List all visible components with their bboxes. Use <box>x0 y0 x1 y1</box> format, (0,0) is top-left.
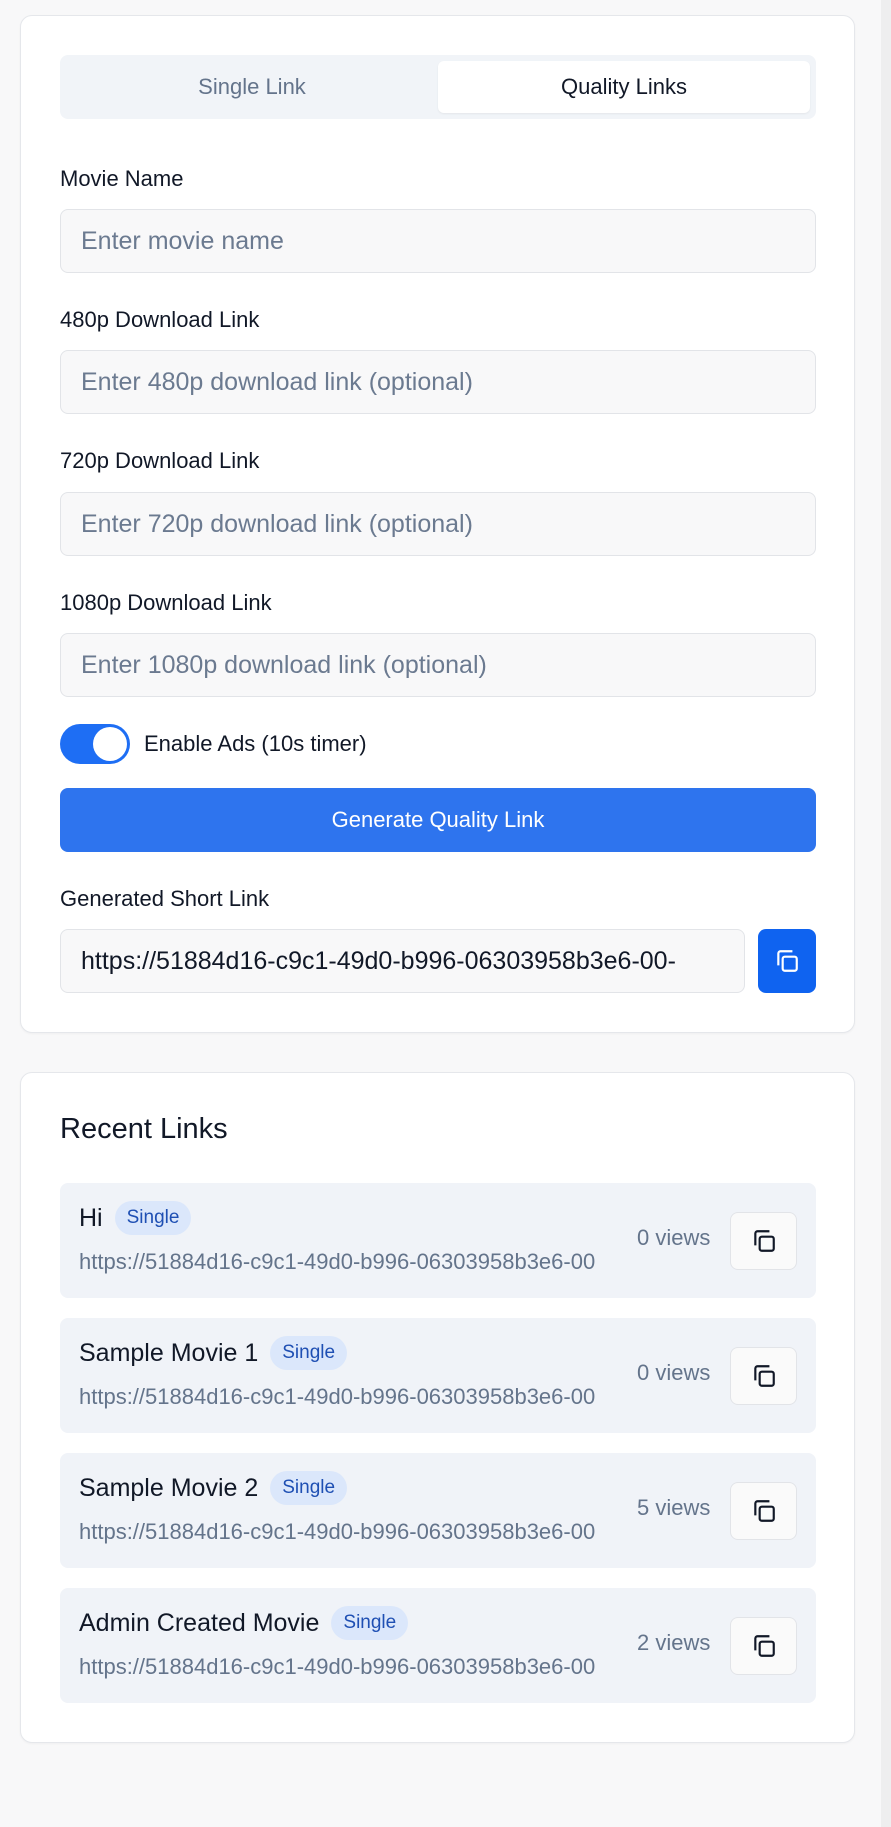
enable-ads-label: Enable Ads (10s timer) <box>144 731 367 756</box>
copy-link-button[interactable] <box>730 1617 797 1675</box>
movie-name-input[interactable] <box>60 209 816 273</box>
recent-links-title: Recent Links <box>60 1113 228 1145</box>
link-views: 0 views <box>637 1225 711 1250</box>
copy-link-button[interactable] <box>730 1482 797 1540</box>
generated-short-link-field[interactable] <box>60 929 745 993</box>
generated-short-link-label: Generated Short Link <box>60 886 270 911</box>
list-item: Sample Movie 2 Single https://51884d16-c… <box>60 1453 816 1568</box>
list-item: Hi Single https://51884d16-c9c1-49d0-b99… <box>60 1183 816 1298</box>
copy-link-button[interactable] <box>730 1347 797 1405</box>
page-scrollbar[interactable] <box>881 0 891 1827</box>
copy-generated-link-button[interactable] <box>758 929 816 993</box>
link-720-label: 720p Download Link <box>60 448 260 473</box>
link-views: 2 views <box>637 1630 711 1655</box>
link-url: https://51884d16-c9c1-49d0-b996-06303958… <box>79 1654 596 1679</box>
link-url: https://51884d16-c9c1-49d0-b996-06303958… <box>79 1384 596 1409</box>
link-1080-input[interactable] <box>60 633 816 697</box>
link-type-badge: Single <box>114 1201 192 1235</box>
link-url: https://51884d16-c9c1-49d0-b996-06303958… <box>79 1519 596 1544</box>
toggle-knob <box>93 727 127 761</box>
list-item: Admin Created Movie Single https://51884… <box>60 1588 816 1703</box>
copy-icon <box>777 950 798 972</box>
link-name: Admin Created Movie <box>79 1608 320 1637</box>
copy-icon <box>753 1500 775 1522</box>
quality-links-card: Single Link Quality Links Movie Name 480… <box>20 15 855 1033</box>
link-type-badge: Single <box>270 1471 348 1505</box>
link-480-label: 480p Download Link <box>60 307 260 332</box>
link-mode-tabs: Single Link Quality Links <box>60 55 816 119</box>
link-type-badge: Single <box>270 1336 348 1370</box>
link-480-input[interactable] <box>60 350 816 414</box>
link-views: 5 views <box>637 1495 711 1520</box>
link-1080-label: 1080p Download Link <box>60 590 272 615</box>
link-url: https://51884d16-c9c1-49d0-b996-06303958… <box>79 1249 596 1274</box>
enable-ads-toggle[interactable] <box>60 724 130 764</box>
link-views: 0 views <box>637 1360 711 1385</box>
copy-icon <box>753 1635 775 1657</box>
link-type-badge: Single <box>331 1606 409 1640</box>
link-name: Sample Movie 2 <box>79 1473 259 1502</box>
ads-toggle-row: Enable Ads (10s timer) <box>60 724 367 764</box>
link-name: Hi <box>79 1203 103 1232</box>
link-720-input[interactable] <box>60 492 816 556</box>
tab-single-link[interactable]: Single Link <box>66 61 438 113</box>
list-item: Sample Movie 1 Single https://51884d16-c… <box>60 1318 816 1433</box>
copy-icon <box>753 1365 775 1387</box>
generate-quality-link-button[interactable]: Generate Quality Link <box>60 788 816 852</box>
copy-link-button[interactable] <box>730 1212 797 1270</box>
recent-links-card: Recent Links Hi Single https://51884d16-… <box>20 1072 855 1743</box>
movie-name-label: Movie Name <box>60 166 184 191</box>
tab-quality-links[interactable]: Quality Links <box>438 61 810 113</box>
link-name: Sample Movie 1 <box>79 1338 259 1367</box>
copy-icon <box>753 1230 775 1252</box>
